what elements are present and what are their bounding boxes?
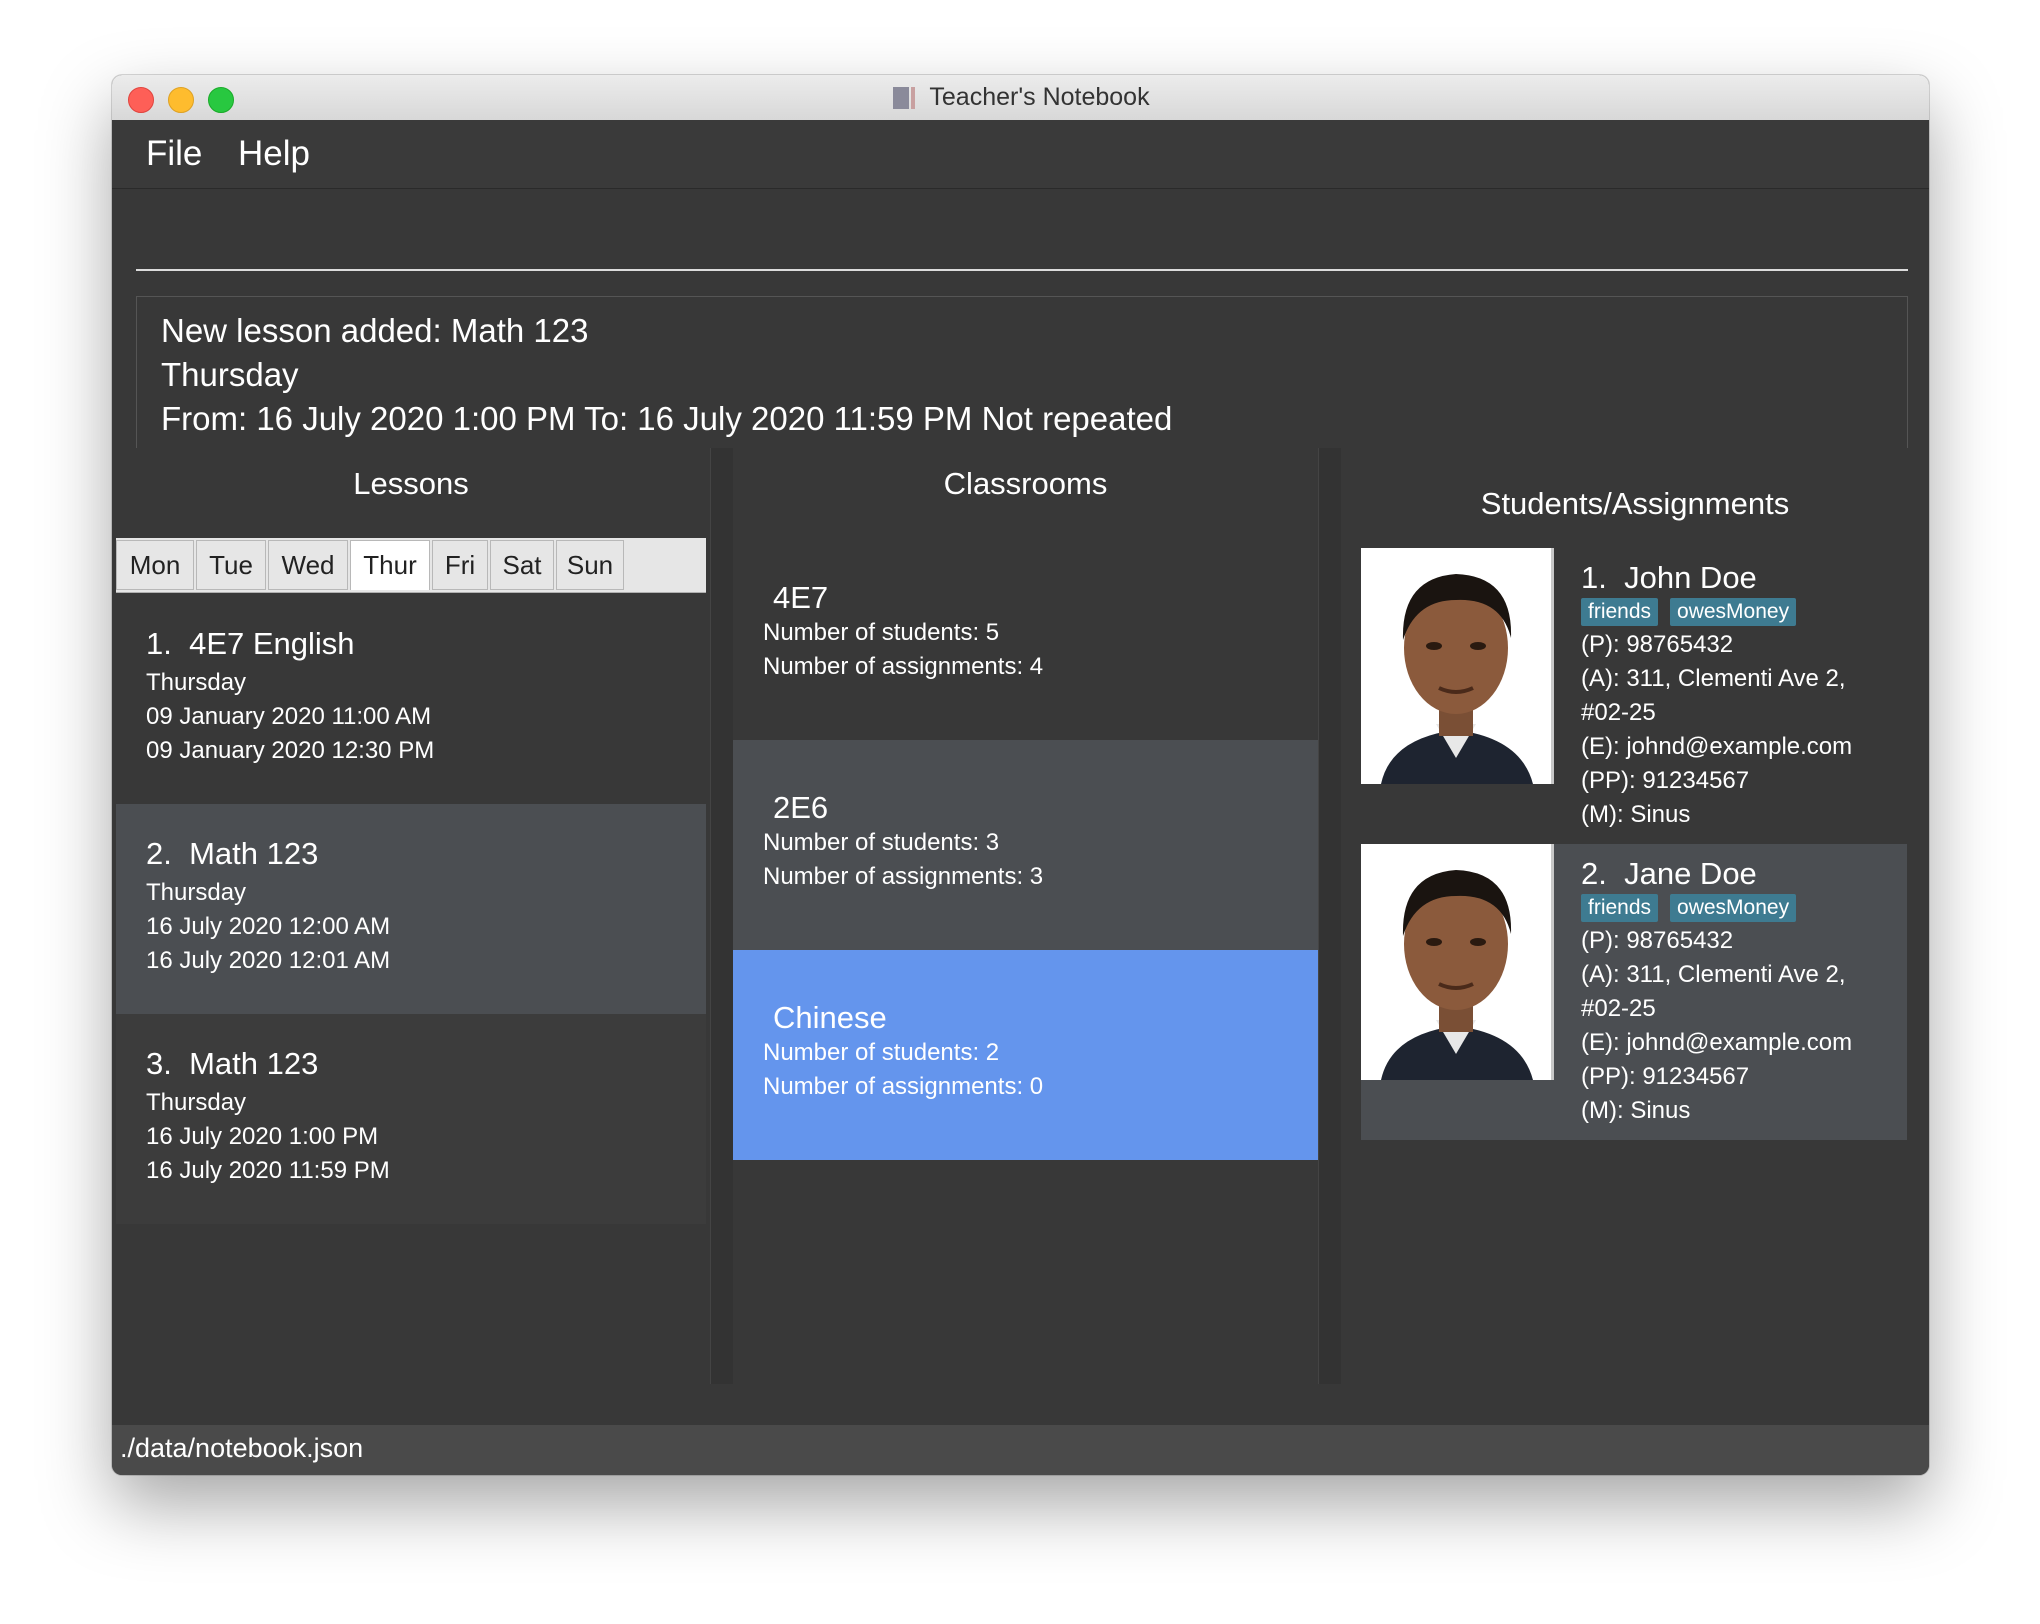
lesson-2-start: 16 July 2020 12:00 AM: [146, 913, 391, 940]
lesson-card-3[interactable]: 3. Math 123 Thursday 16 July 2020 1:00 P…: [116, 1014, 706, 1224]
command-input[interactable]: [136, 189, 1908, 271]
student-1-address-2: #02-25: [1581, 699, 1656, 726]
result-line-3: From: 16 July 2020 1:00 PM To: 16 July 2…: [161, 400, 1173, 437]
student-2-parent-phone: (PP): 91234567: [1581, 1063, 1750, 1090]
student-card-2[interactable]: 2. Jane Doe friends owesMoney (P): 987654…: [1361, 844, 1907, 1140]
person-avatar-icon: [1361, 548, 1551, 784]
student-1-title: 1. John Doe: [1581, 560, 1911, 596]
student-2-name: Jane Doe: [1624, 856, 1757, 891]
data-file-path: ./data/notebook.json: [120, 1433, 364, 1463]
classroom-2-students: Number of students: 3: [763, 829, 1000, 856]
tab-fri[interactable]: Fri: [432, 540, 488, 590]
person-avatar-icon: [1361, 844, 1551, 1080]
lesson-2-end: 16 July 2020 12:01 AM: [146, 947, 391, 974]
classroom-3-name: Chinese: [773, 1000, 887, 1035]
student-1-tags: friends owesMoney: [1581, 598, 1911, 626]
student-2-photo: [1361, 844, 1554, 1080]
panel-divider-2[interactable]: [1318, 448, 1342, 1384]
tab-wed[interactable]: Wed: [268, 540, 348, 590]
student-1-name: John Doe: [1624, 560, 1757, 595]
classroom-2-name: 2E6: [773, 790, 829, 825]
lesson-3-end: 16 July 2020 11:59 PM: [146, 1157, 390, 1184]
student-2-phone: (P): 98765432: [1581, 927, 1734, 954]
day-tabs: Mon Tue Wed Thur Fri Sat Sun: [116, 538, 706, 593]
app-icon: [891, 85, 917, 111]
classroom-2-assignments: Number of assignments: 3: [763, 863, 1044, 890]
classrooms-title: Classrooms: [943, 466, 1108, 501]
classroom-1-students: Number of students: 5: [763, 619, 1000, 646]
classrooms-panel: Classrooms 4E7 Number of students: 5 Num…: [733, 448, 1318, 1384]
tab-thur[interactable]: Thur: [350, 540, 430, 590]
result-line-1: New lesson added: Math 123: [161, 312, 589, 349]
menu-file[interactable]: File: [146, 134, 202, 174]
lesson-2-day: Thursday: [146, 879, 247, 906]
app-window: Teacher's Notebook File Help New lesson …: [112, 75, 1929, 1475]
student-1-tag-owesmoney: owesMoney: [1670, 598, 1797, 626]
student-2-email: (E): johnd@example.com: [1581, 1029, 1853, 1056]
classroom-1-assignments: Number of assignments: 4: [763, 653, 1044, 680]
lesson-1-index: 1.: [146, 626, 172, 661]
classroom-3-assignments: Number of assignments: 0: [763, 1073, 1044, 1100]
student-card-1[interactable]: 1. John Doe friends owesMoney (P): 987654…: [1361, 548, 1907, 844]
lessons-title: Lessons: [353, 466, 469, 501]
menu-bar: File Help: [112, 120, 1929, 189]
student-1-index: 1.: [1581, 560, 1607, 595]
tab-sun[interactable]: Sun: [556, 540, 624, 590]
lesson-2-index: 2.: [146, 836, 172, 871]
lesson-card-1[interactable]: 1. 4E7 English Thursday 09 January 2020 …: [116, 594, 706, 804]
classroom-3-students: Number of students: 2: [763, 1039, 1000, 1066]
student-1-email: (E): johnd@example.com: [1581, 733, 1853, 760]
student-2-title: 2. Jane Doe: [1581, 856, 1911, 892]
student-2-address-1: (A): 311, Clementi Ave 2,: [1581, 961, 1846, 988]
status-bar: ./data/notebook.json: [112, 1425, 1929, 1475]
window-title: Teacher's Notebook: [929, 83, 1150, 111]
tab-tue[interactable]: Tue: [196, 540, 266, 590]
student-2-tag-owesmoney: owesMoney: [1670, 894, 1797, 922]
student-1-tag-friends: friends: [1581, 598, 1659, 626]
student-1-phone: (P): 98765432: [1581, 631, 1734, 658]
student-2-tags: friends owesMoney: [1581, 894, 1911, 922]
lesson-card-2[interactable]: 2. Math 123 Thursday 16 July 2020 12:00 …: [116, 804, 706, 1014]
student-2-tag-friends: friends: [1581, 894, 1659, 922]
menu-help[interactable]: Help: [238, 134, 310, 174]
student-1-photo: [1361, 548, 1554, 784]
lesson-1-day: Thursday: [146, 669, 247, 696]
student-2-address-2: #02-25: [1581, 995, 1656, 1022]
title-bar: Teacher's Notebook: [112, 75, 1929, 121]
lesson-1-start: 09 January 2020 11:00 AM: [146, 703, 432, 730]
result-display: New lesson added: Math 123 Thursday From…: [136, 296, 1908, 470]
tab-mon[interactable]: Mon: [116, 540, 194, 590]
classroom-card-2[interactable]: 2E6 Number of students: 3 Number of assi…: [733, 740, 1318, 950]
classroom-card-3-selected[interactable]: Chinese Number of students: 2 Number of …: [733, 950, 1318, 1160]
window-title-group: Teacher's Notebook: [112, 75, 1929, 120]
lesson-3-index: 3.: [146, 1046, 172, 1081]
panel-divider-1[interactable]: [710, 448, 734, 1384]
classroom-card-1[interactable]: 4E7 Number of students: 5 Number of assi…: [733, 530, 1318, 740]
lesson-3-start: 16 July 2020 1:00 PM: [146, 1123, 379, 1150]
tab-sat[interactable]: Sat: [490, 540, 554, 590]
result-line-2: Thursday: [161, 356, 299, 393]
lesson-1-title: 1. 4E7 English: [146, 626, 434, 662]
student-2-index: 2.: [1581, 856, 1607, 891]
lesson-3-title: 3. Math 123: [146, 1046, 390, 1082]
lesson-2-title: 2. Math 123: [146, 836, 390, 872]
student-1-address-1: (A): 311, Clementi Ave 2,: [1581, 665, 1846, 692]
lesson-1-end: 09 January 2020 12:30 PM: [146, 737, 435, 764]
students-title: Students/Assignments: [1480, 486, 1790, 521]
lessons-panel: Lessons Mon Tue Wed Thur Fri Sat Sun 1. …: [112, 448, 710, 1384]
lesson-3-name: Math 123: [189, 1046, 319, 1081]
student-1-parent-phone: (PP): 91234567: [1581, 767, 1750, 794]
students-panel: Students/Assignments 1. John Doe friends…: [1341, 448, 1929, 1384]
student-2-medical: (M): Sinus: [1581, 1097, 1691, 1124]
classroom-1-name: 4E7: [773, 580, 829, 615]
lesson-3-day: Thursday: [146, 1089, 247, 1116]
lesson-1-name: 4E7 English: [189, 626, 355, 661]
student-1-medical: (M): Sinus: [1581, 801, 1691, 828]
lesson-2-name: Math 123: [189, 836, 319, 871]
